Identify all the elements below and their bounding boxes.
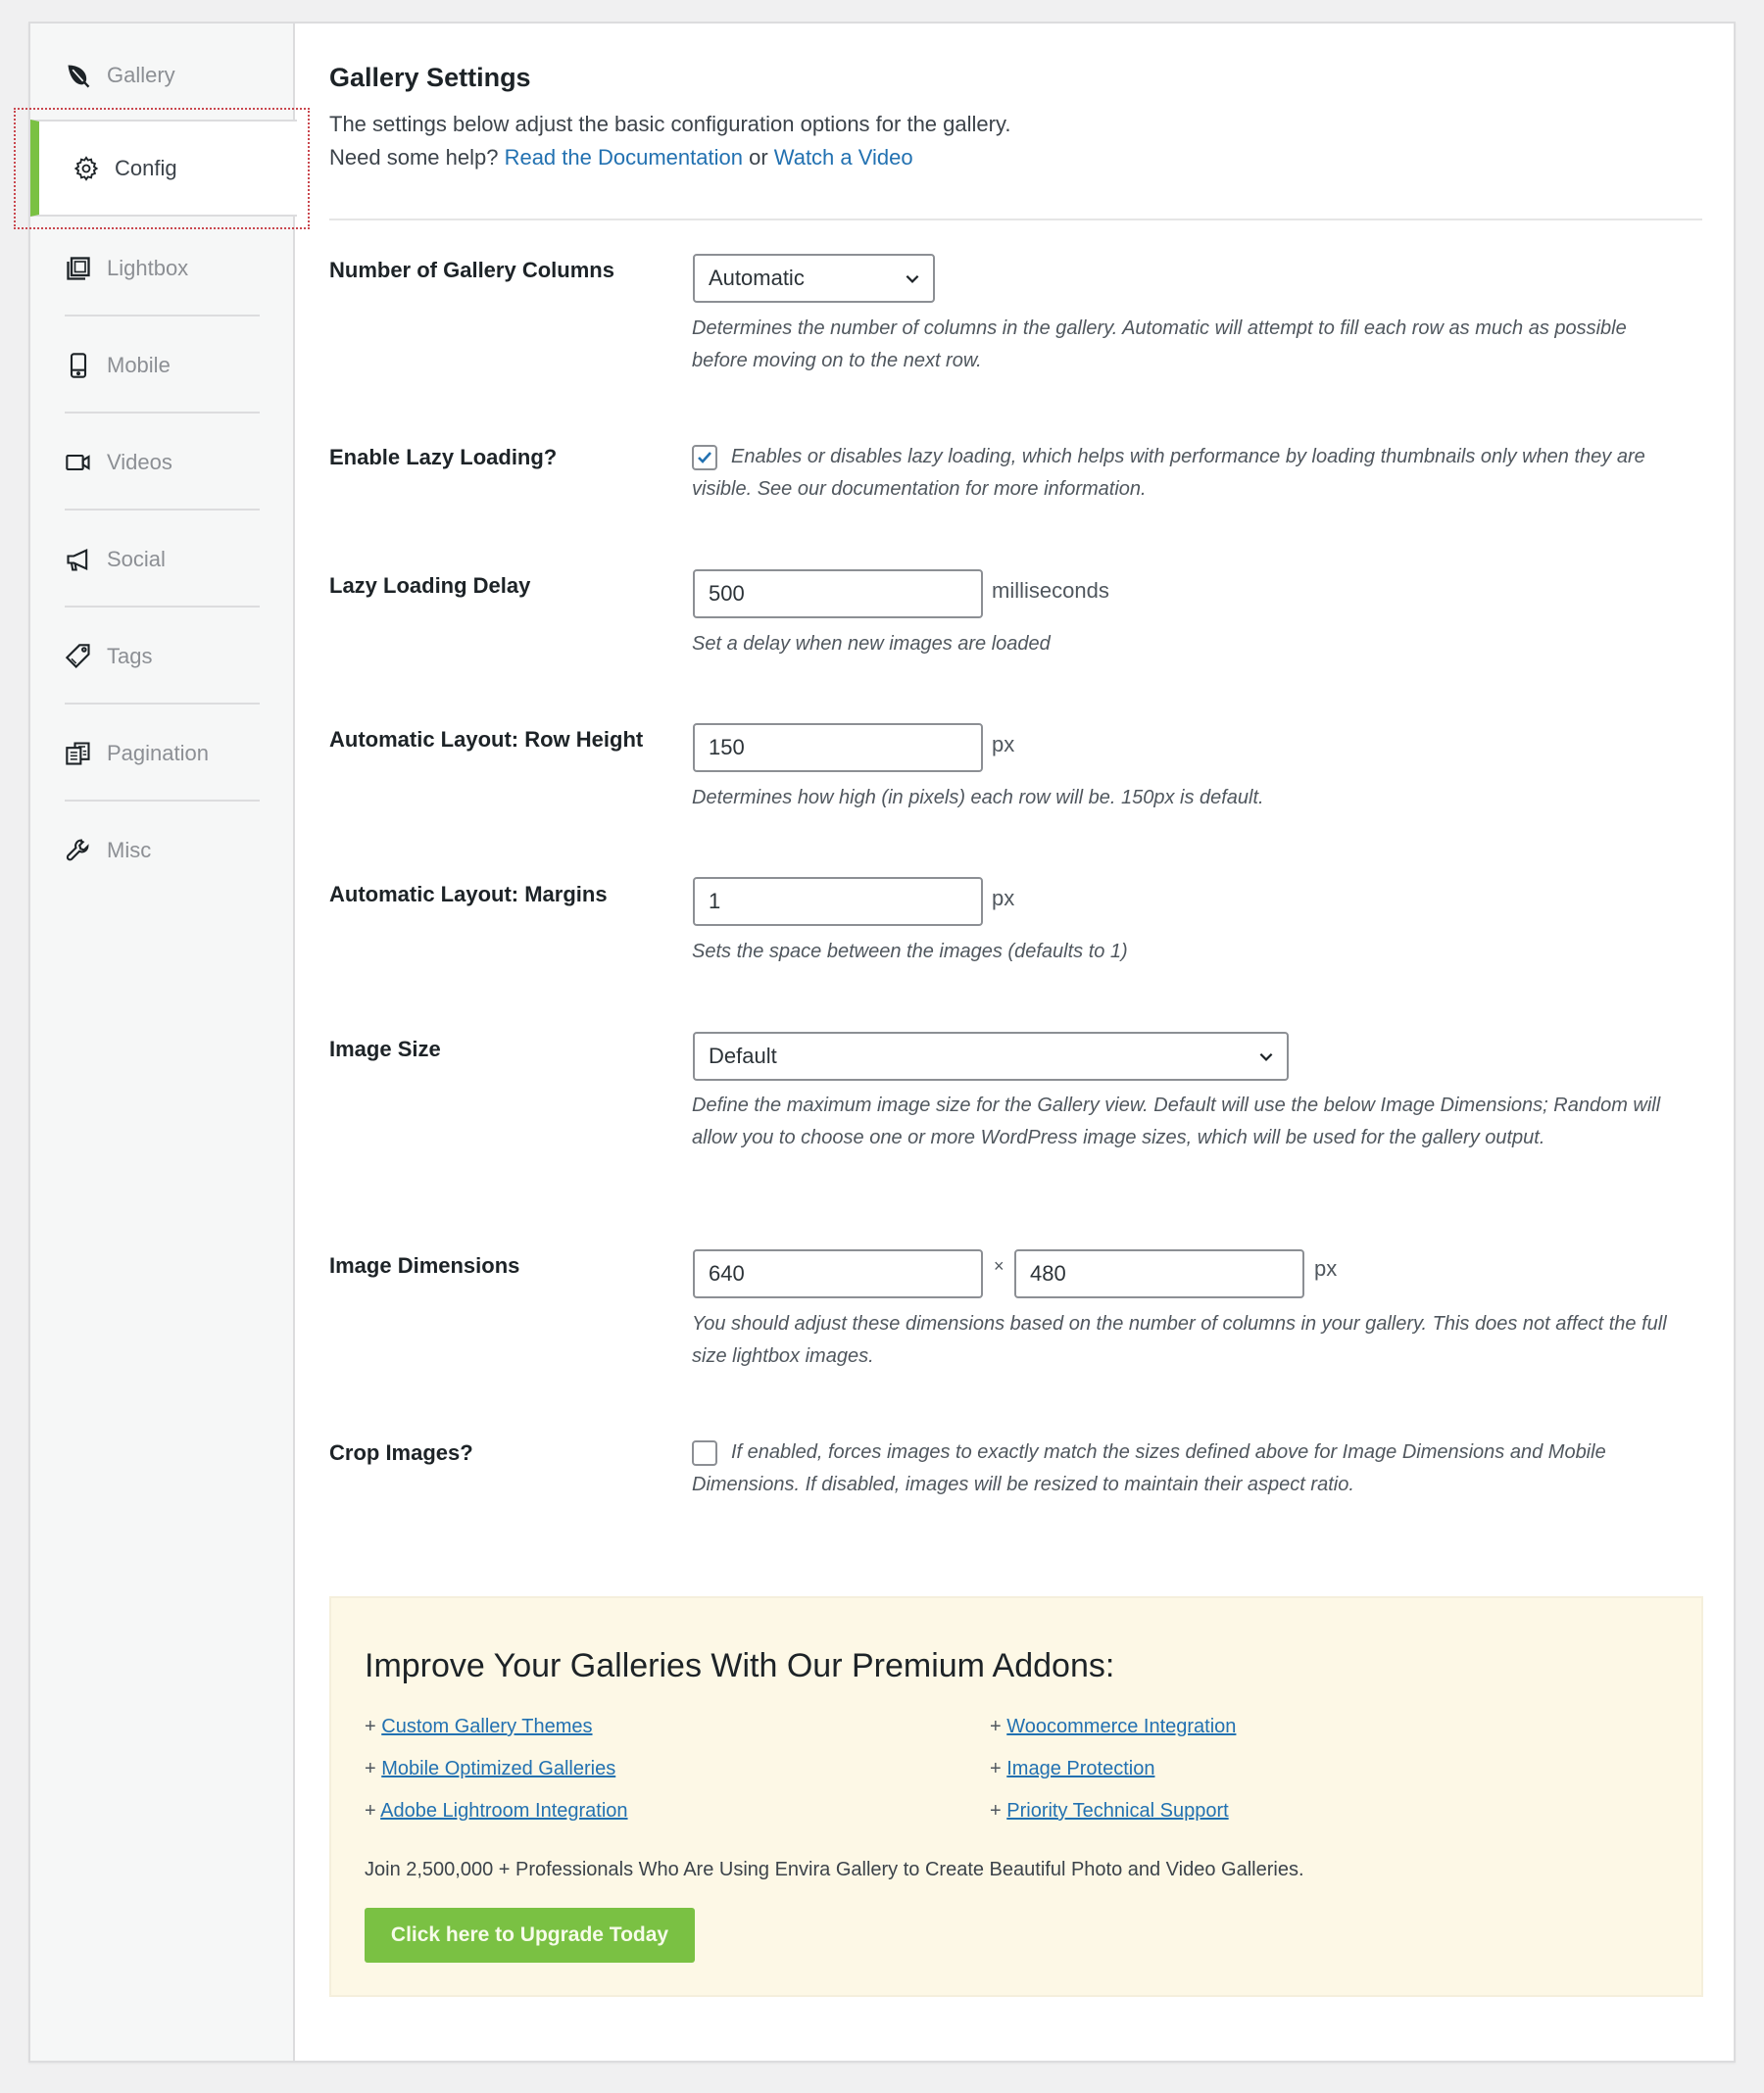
margins-description: Sets the space between the images (defau… bbox=[692, 941, 1128, 962]
dimension-width-input[interactable] bbox=[693, 1249, 983, 1298]
dimension-height-input[interactable] bbox=[1014, 1249, 1304, 1298]
row-height-description: Determines how high (in pixels) each row… bbox=[692, 787, 1264, 808]
image-size-select-value: Default bbox=[709, 1044, 777, 1068]
addon-link-mobile-optimized[interactable]: Mobile Optimized Galleries bbox=[381, 1758, 615, 1779]
margins-unit: px bbox=[992, 886, 1015, 910]
addon-link-custom-themes[interactable]: Custom Gallery Themes bbox=[381, 1716, 592, 1737]
sidebar-item-config[interactable]: Config bbox=[30, 120, 297, 217]
addon-link-woocommerce[interactable]: Woocommerce Integration bbox=[1006, 1716, 1236, 1737]
sidebar-item-mobile[interactable]: Mobile bbox=[30, 316, 293, 414]
addon-item: + Image Protection bbox=[990, 1758, 1154, 1780]
lazy-delay-input[interactable] bbox=[693, 569, 983, 618]
sidebar-item-label: Mobile bbox=[107, 352, 171, 377]
megaphone-icon bbox=[64, 545, 93, 574]
row-height-unit: px bbox=[992, 732, 1015, 756]
leaf-icon bbox=[64, 61, 93, 90]
premium-addons-box: Improve Your Galleries With Our Premium … bbox=[329, 1596, 1703, 1997]
chevron-down-icon bbox=[906, 274, 919, 283]
lazy-delay-label: Lazy Loading Delay bbox=[329, 573, 531, 598]
documentation-link[interactable]: Read the Documentation bbox=[505, 145, 743, 170]
margins-input[interactable] bbox=[693, 877, 983, 926]
bullet: + bbox=[365, 1758, 376, 1779]
dimensions-label: Image Dimensions bbox=[329, 1253, 520, 1278]
bullet: + bbox=[990, 1758, 1002, 1779]
image-size-select[interactable]: Default bbox=[693, 1032, 1289, 1081]
bullet: + bbox=[365, 1800, 376, 1822]
addon-item: + Mobile Optimized Galleries bbox=[365, 1758, 615, 1780]
dimension-separator: × bbox=[994, 1256, 1004, 1276]
pagination-icon bbox=[64, 739, 93, 768]
lightbox-icon bbox=[64, 254, 93, 283]
row-height-label: Automatic Layout: Row Height bbox=[329, 727, 644, 752]
dimensions-description: You should adjust these dimensions based… bbox=[692, 1313, 1667, 1367]
intro-description: The settings below adjust the basic conf… bbox=[329, 112, 1011, 136]
watch-video-link[interactable]: Watch a Video bbox=[774, 145, 913, 170]
intro-text: The settings below adjust the basic conf… bbox=[329, 108, 1010, 174]
crop-label: Crop Images? bbox=[329, 1440, 473, 1465]
dimension-unit: px bbox=[1314, 1256, 1338, 1281]
addon-link-lightroom[interactable]: Adobe Lightroom Integration bbox=[380, 1800, 627, 1822]
help-line: Need some help? Read the Documentation o… bbox=[329, 141, 1010, 174]
or-text: or bbox=[749, 145, 768, 170]
addon-link-priority-support[interactable]: Priority Technical Support bbox=[1006, 1800, 1228, 1822]
image-size-description: Define the maximum image size for the Ga… bbox=[692, 1095, 1661, 1148]
row-height-input[interactable] bbox=[693, 723, 983, 772]
addon-item: + Priority Technical Support bbox=[990, 1800, 1229, 1823]
bullet: + bbox=[990, 1800, 1002, 1822]
columns-select-value: Automatic bbox=[709, 266, 805, 290]
sidebar-item-label: Social bbox=[107, 546, 166, 571]
promo-join-text: Join 2,500,000 + Professionals Who Are U… bbox=[365, 1859, 1304, 1880]
margins-label: Automatic Layout: Margins bbox=[329, 882, 608, 906]
bullet: + bbox=[990, 1716, 1002, 1737]
columns-description: Determines the number of columns in the … bbox=[692, 317, 1627, 371]
chevron-down-icon bbox=[1259, 1052, 1273, 1061]
tag-icon bbox=[64, 642, 93, 671]
page-title: Gallery Settings bbox=[329, 63, 531, 92]
sidebar-item-misc[interactable]: Misc bbox=[30, 802, 293, 899]
lazy-delay-unit: milliseconds bbox=[992, 578, 1109, 603]
upgrade-button[interactable]: Click here to Upgrade Today bbox=[365, 1908, 695, 1963]
video-camera-icon bbox=[64, 448, 93, 477]
gear-icon bbox=[72, 154, 101, 183]
columns-select[interactable]: Automatic bbox=[693, 254, 935, 303]
sidebar-item-label: Tags bbox=[107, 643, 153, 668]
addon-item: + Adobe Lightroom Integration bbox=[365, 1800, 628, 1823]
settings-content: Gallery Settings The settings below adju… bbox=[329, 24, 1734, 2061]
addon-item: + Woocommerce Integration bbox=[990, 1716, 1236, 1738]
sidebar-item-lightbox[interactable]: Lightbox bbox=[30, 219, 293, 316]
columns-label: Number of Gallery Columns bbox=[329, 258, 614, 282]
sidebar-item-label: Lightbox bbox=[107, 255, 189, 280]
sidebar-item-videos[interactable]: Videos bbox=[30, 414, 293, 511]
sidebar-item-pagination[interactable]: Pagination bbox=[30, 705, 293, 802]
sidebar-item-label: Config bbox=[115, 155, 177, 180]
lazy-loading-description: Enables or disables lazy loading, which … bbox=[692, 446, 1645, 500]
addon-item: + Custom Gallery Themes bbox=[365, 1716, 593, 1738]
sidebar-item-label: Pagination bbox=[107, 740, 209, 765]
sidebar-item-label: Misc bbox=[107, 837, 152, 862]
sidebar-item-tags[interactable]: Tags bbox=[30, 608, 293, 705]
settings-sidebar: Gallery Config Lightbox Mobile Videos So… bbox=[30, 24, 297, 2061]
promo-title: Improve Your Galleries With Our Premium … bbox=[365, 1647, 1115, 1684]
wrench-icon bbox=[64, 836, 93, 865]
help-prefix: Need some help? bbox=[329, 145, 499, 170]
addon-link-image-protection[interactable]: Image Protection bbox=[1006, 1758, 1154, 1779]
lazy-delay-description: Set a delay when new images are loaded bbox=[692, 633, 1051, 655]
sidebar-item-social[interactable]: Social bbox=[30, 511, 293, 608]
mobile-icon bbox=[64, 351, 93, 380]
header-divider bbox=[329, 219, 1702, 220]
bullet: + bbox=[365, 1716, 376, 1737]
sidebar-item-gallery[interactable]: Gallery bbox=[30, 26, 293, 123]
sidebar-item-label: Gallery bbox=[107, 62, 175, 87]
settings-panel: Gallery Config Lightbox Mobile Videos So… bbox=[14, 22, 1736, 2063]
sidebar-item-label: Videos bbox=[107, 449, 172, 474]
crop-description: If enabled, forces images to exactly mat… bbox=[692, 1441, 1606, 1495]
lazy-loading-label: Enable Lazy Loading? bbox=[329, 445, 558, 469]
image-size-label: Image Size bbox=[329, 1037, 441, 1061]
